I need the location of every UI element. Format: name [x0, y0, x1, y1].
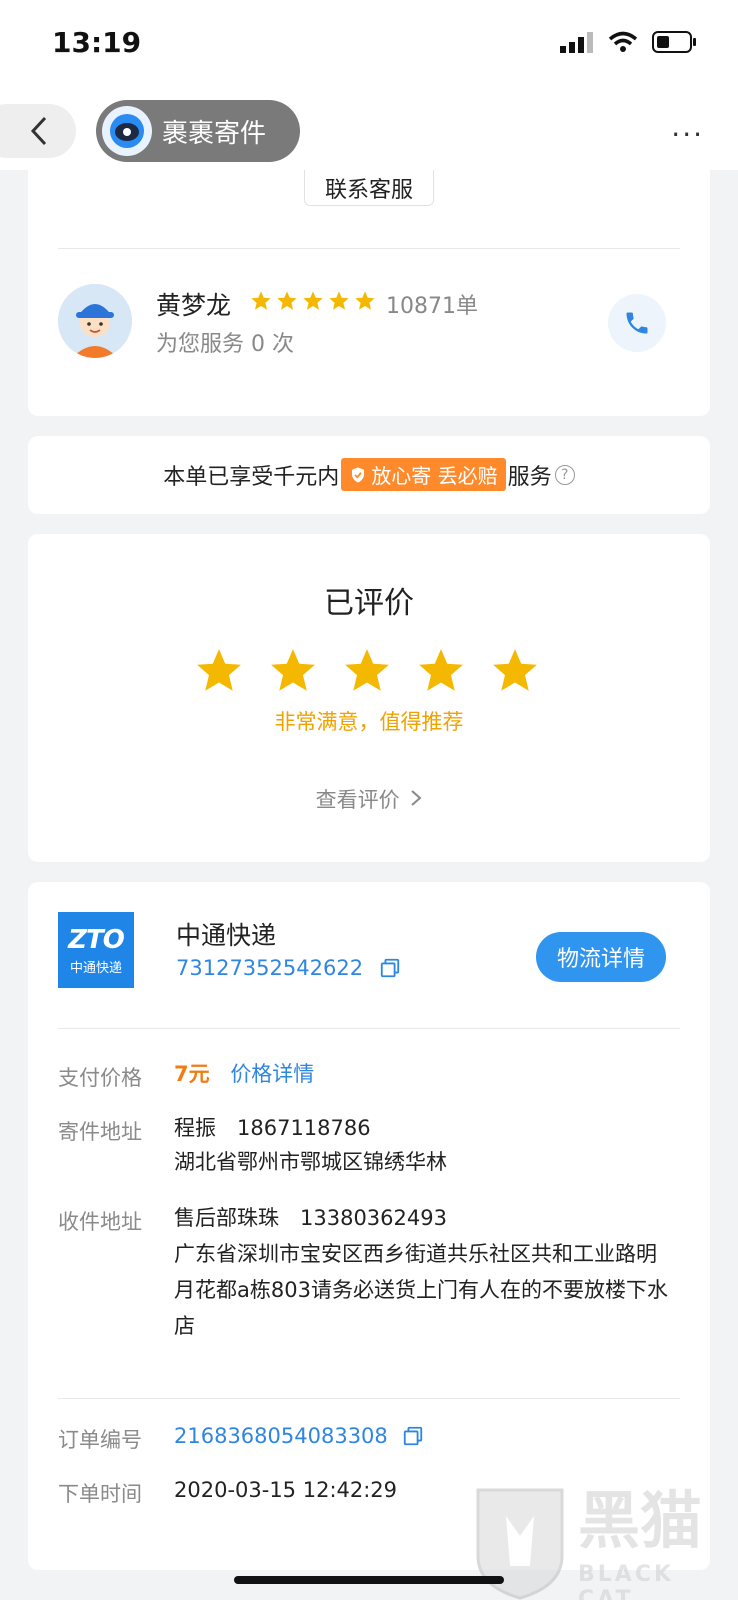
view-review-label: 查看评价 [315, 788, 400, 812]
star-icon [355, 291, 375, 310]
sender-name-phone: 程振 1867118786 [174, 1116, 371, 1140]
star-icon [345, 649, 389, 691]
divider [58, 248, 680, 249]
sender-address: 湖北省鄂州市鄂城区锦绣华林 [174, 1150, 447, 1174]
shipment-card: ZTO 中通快递 中通快递 73127352542622 物流详情 支付价格 7… [28, 882, 710, 1570]
sender-info: 程振 1867118786 湖北省鄂州市鄂城区锦绣华林 [174, 1112, 674, 1178]
receiver-name-phone: 售后部珠珠 13380362493 [174, 1206, 447, 1230]
review-title: 已评价 [324, 586, 414, 621]
courier-name: 黄梦龙 [156, 291, 232, 320]
pay-price-row: 7元 价格详情 [174, 1058, 674, 1090]
receiver-info: 售后部珠珠 13380362493 广东省深圳市宝安区西乡街道共乐社区共和工业路… [174, 1202, 674, 1344]
divider [58, 1028, 680, 1029]
star-icon [419, 649, 463, 691]
sender-label: 寄件地址 [58, 1120, 142, 1144]
order-number-label: 订单编号 [58, 1428, 142, 1452]
tracking-number-value: 73127352542622 [176, 956, 364, 980]
more-button[interactable]: ··· [671, 118, 704, 151]
guarantee-prefix: 本单已享受千元内 [163, 464, 340, 490]
view-review-link[interactable]: 查看评价 [28, 784, 710, 814]
star-icon [303, 291, 323, 310]
order-time: 2020-03-15 12:42:29 [174, 1478, 398, 1502]
robot-logo-icon [102, 106, 152, 156]
tracking-number[interactable]: 73127352542622 [176, 956, 401, 980]
phone-icon [626, 312, 648, 334]
app-title-pill[interactable]: 裹裹寄件 [96, 100, 300, 162]
divider [58, 1398, 680, 1399]
review-card: 已评价 非常满意，值得推荐 查看评价 [28, 534, 710, 862]
call-courier-button[interactable] [608, 294, 666, 352]
status-bar: 13:19 [0, 0, 738, 96]
signal-icon [560, 32, 593, 53]
courier-rating [250, 290, 376, 312]
guarantee-card: 本单已享受千元内 放心寄 丢必赔 服务 ? [28, 436, 710, 514]
price-value: 7元 [174, 1062, 210, 1086]
copy-icon[interactable] [379, 957, 401, 979]
order-number[interactable]: 2168368054083308 [174, 1420, 674, 1452]
zto-logo-mark: ZTO [68, 924, 125, 955]
star-icon [251, 291, 271, 310]
status-icons [560, 30, 698, 54]
courier-served-count: 为您服务 0 次 [156, 332, 294, 357]
guarantee-badge[interactable]: 放心寄 丢必赔 [341, 458, 506, 491]
app-title: 裹裹寄件 [162, 118, 267, 149]
courier-order-count: 10871单 [386, 294, 478, 319]
order-number-value: 2168368054083308 [174, 1424, 388, 1448]
guarantee-badge-label: 放心寄 丢必赔 [371, 464, 498, 488]
copy-icon[interactable] [402, 1425, 424, 1447]
star-icon [493, 649, 537, 691]
courier-company: 中通快递 [176, 921, 277, 950]
pay-price-label: 支付价格 [58, 1066, 142, 1090]
review-comment: 非常满意，值得推荐 [274, 710, 464, 734]
battery-icon [652, 31, 696, 53]
zto-logo: ZTO 中通快递 [58, 912, 134, 988]
chevron-left-icon [30, 116, 47, 146]
home-indicator [234, 1576, 504, 1584]
receiver-address: 广东省深圳市宝安区西乡街道共乐社区共和工业路明月花都a栋803请务必送货上门有人… [174, 1242, 668, 1338]
star-icon [271, 649, 315, 691]
courier-card: 联系客服 黄梦龙 10871单 为您服务 0 次 [28, 170, 710, 416]
chevron-right-icon [411, 790, 422, 806]
guarantee-suffix: 服务 [507, 464, 552, 490]
guarantee-row: 本单已享受千元内 放心寄 丢必赔 服务 ? [28, 458, 710, 491]
price-detail-link[interactable]: 价格详情 [230, 1062, 314, 1086]
receiver-label: 收件地址 [58, 1210, 142, 1234]
shield-check-icon [352, 467, 365, 482]
help-icon[interactable]: ? [554, 464, 575, 485]
star-icon [277, 291, 297, 310]
logistics-detail-button[interactable]: 物流详情 [536, 932, 666, 982]
star-icon [329, 291, 349, 310]
back-button[interactable] [0, 104, 76, 158]
star-icon [197, 649, 241, 691]
zto-logo-sub: 中通快递 [69, 960, 122, 976]
status-time: 13:19 [52, 26, 142, 59]
contact-service-button[interactable]: 联系客服 [304, 170, 434, 206]
nav-bar: 裹裹寄件 ··· [0, 96, 738, 170]
order-time-label: 下单时间 [58, 1482, 142, 1506]
review-stars [193, 646, 541, 696]
courier-avatar [58, 284, 132, 358]
wifi-icon [608, 31, 638, 52]
